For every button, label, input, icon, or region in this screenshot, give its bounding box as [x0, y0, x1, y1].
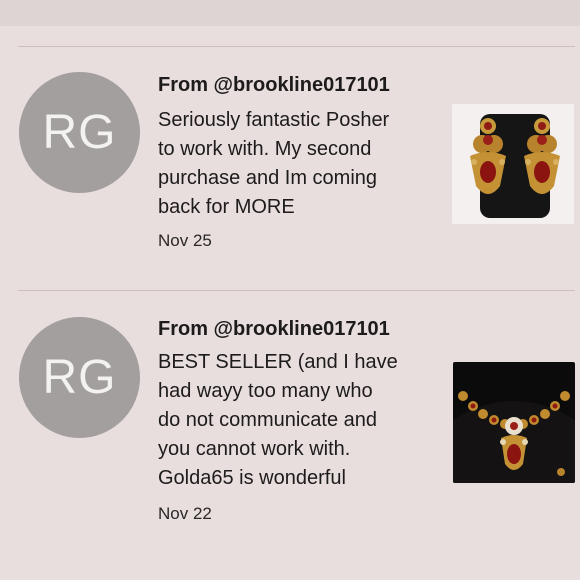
- review-line: BEST SELLER (and I have: [158, 351, 398, 373]
- review-date: Nov 25: [158, 231, 212, 250]
- review-date: Nov 22: [158, 504, 212, 523]
- review-line: to work with. My second: [158, 138, 372, 160]
- earrings-photo-icon[interactable]: [452, 104, 574, 224]
- review-from-username[interactable]: From @brookline017101: [158, 74, 390, 97]
- review-line: Seriously fantastic Posher: [158, 109, 390, 131]
- review-message: BEST SELLER (and I have had wayy too man…: [158, 348, 430, 493]
- divider: [18, 290, 575, 291]
- avatar[interactable]: RG: [19, 72, 140, 193]
- review-from-username[interactable]: From @brookline017101: [158, 318, 390, 341]
- review-line: you cannot work with.: [158, 438, 351, 460]
- avatar[interactable]: RG: [19, 317, 140, 438]
- necklace-photo-icon[interactable]: [453, 362, 575, 483]
- review-line: do not communicate and: [158, 409, 378, 431]
- divider: [18, 46, 575, 47]
- top-strip: [0, 0, 580, 26]
- review-line: had wayy too many who: [158, 380, 373, 402]
- review-line: Golda65 is wonderful: [158, 467, 346, 489]
- review-message: Seriously fantastic Posher to work with.…: [158, 106, 430, 222]
- review-line: purchase and Im coming: [158, 167, 378, 189]
- review-line: back for MORE: [158, 196, 295, 218]
